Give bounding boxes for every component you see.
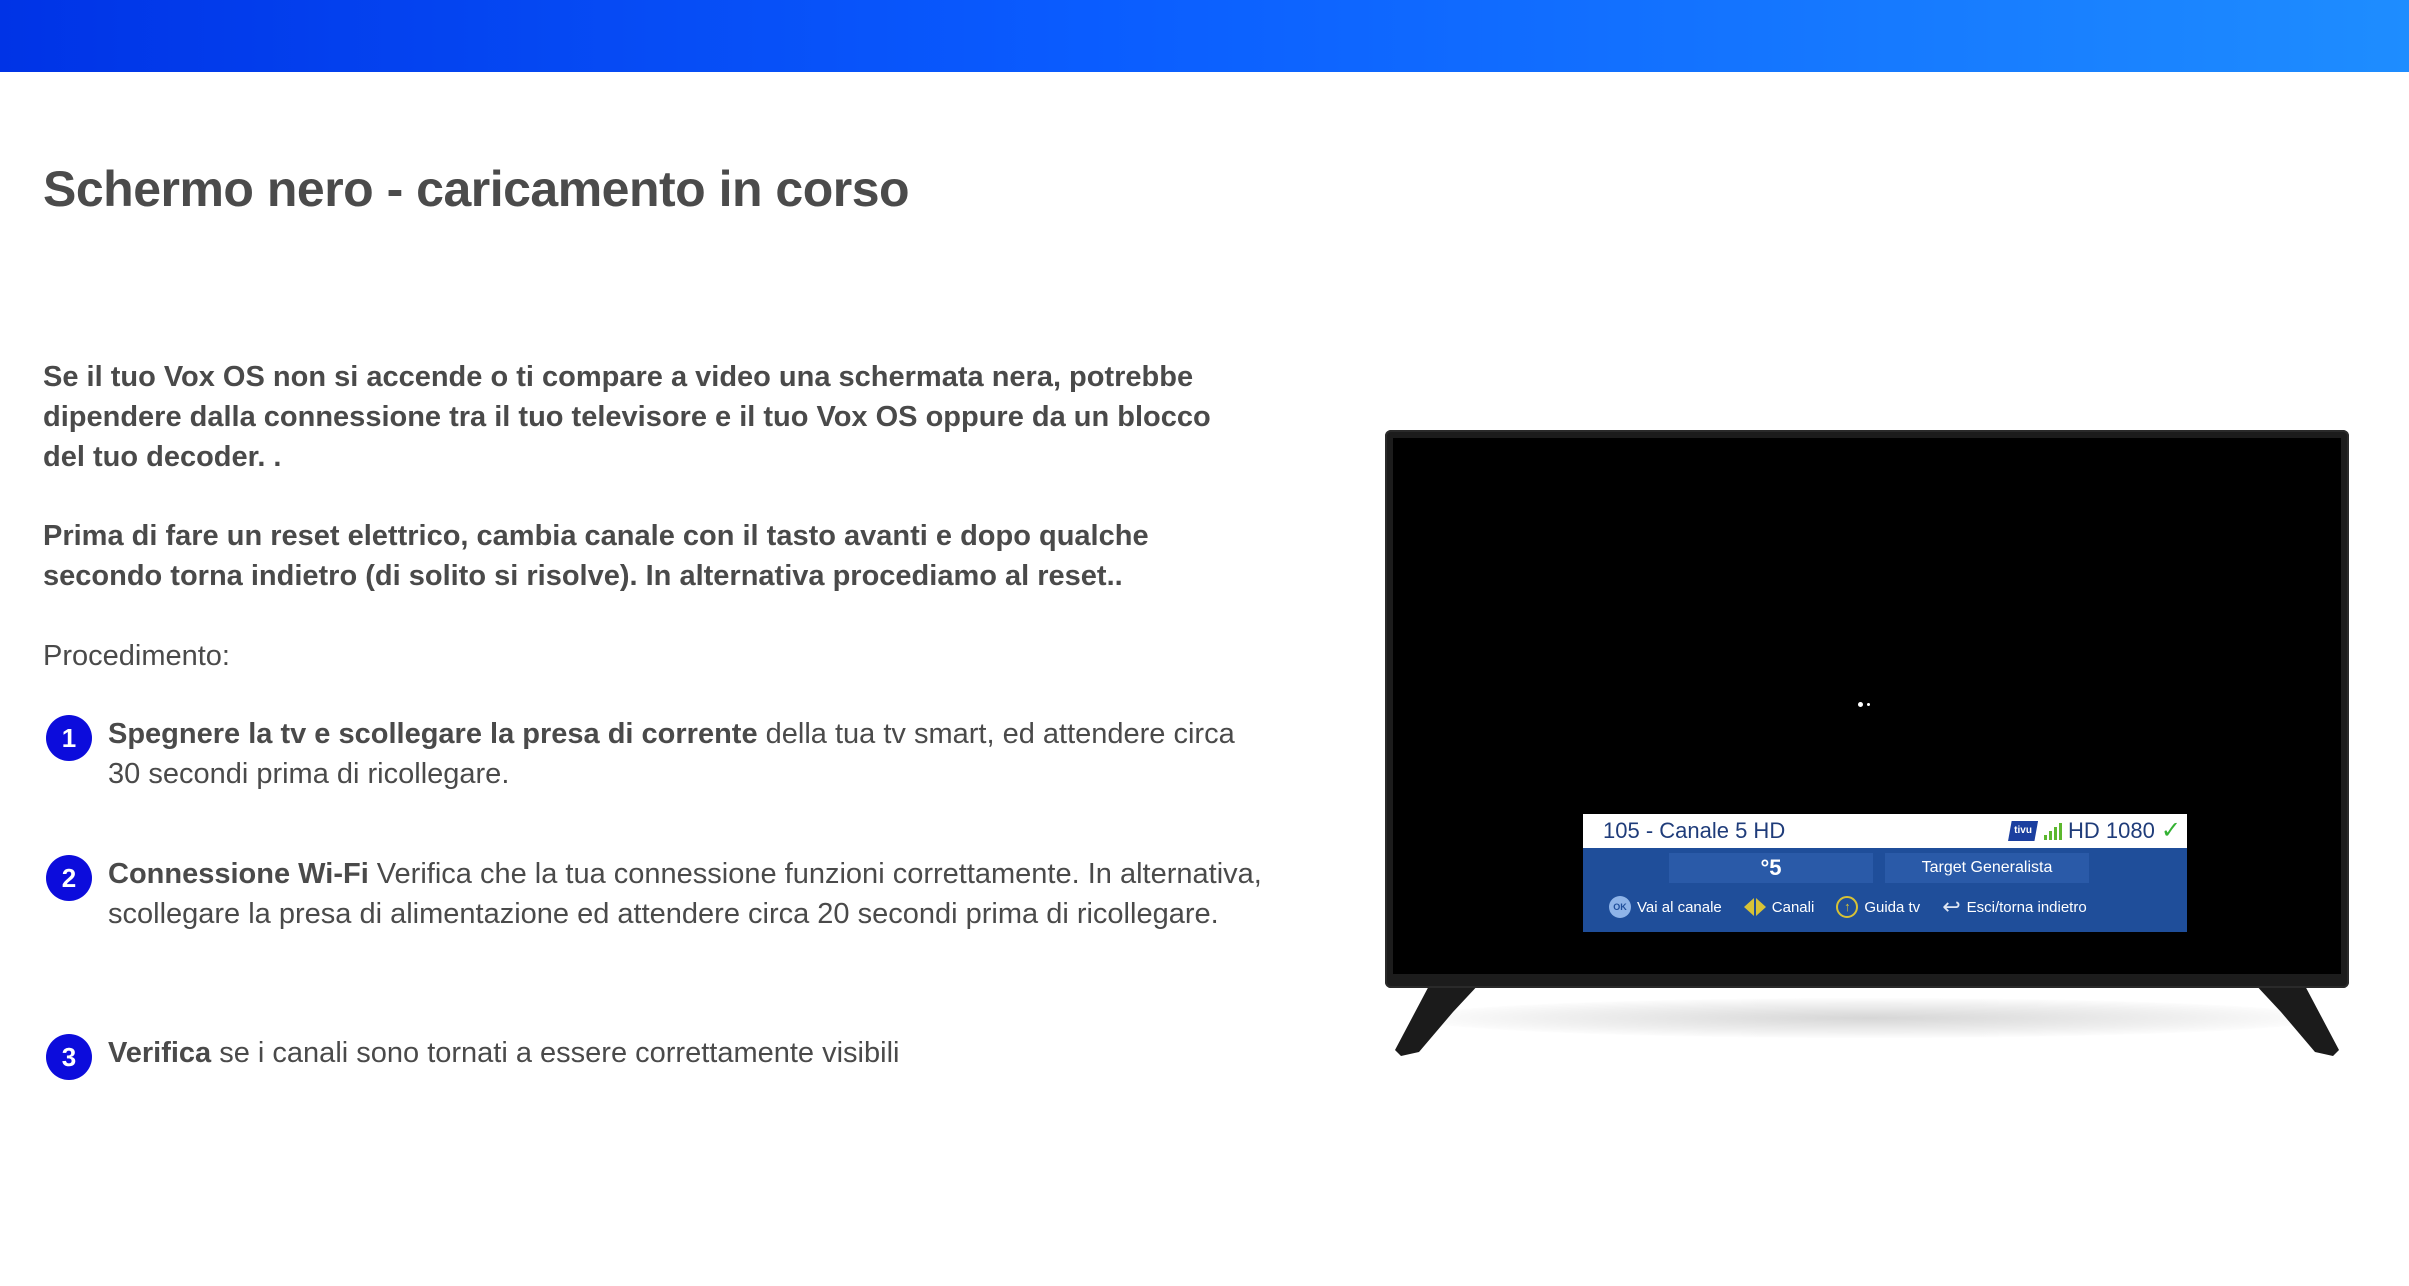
hint-go-to-channel: OK Vai al canale (1609, 896, 1722, 918)
hint-label: Vai al canale (1637, 898, 1722, 916)
hint-channels: Canali (1743, 898, 1815, 916)
step-text: Verifica se i canali sono tornati a esse… (108, 1033, 1268, 1073)
step-text: Spegnere la tv e scollegare la presa di … (108, 714, 1268, 794)
hint-tv-guide: ↑ Guida tv (1836, 896, 1920, 918)
loading-dot (1867, 703, 1870, 706)
step-bold-text: Verifica (108, 1037, 212, 1069)
program-title: Target Generalista (1885, 853, 2089, 883)
hint-label: Guida tv (1864, 898, 1921, 916)
remote-hints: OK Vai al canale Canali ↑ Guida tv ↩ Esc… (1609, 890, 2149, 924)
page-title: Schermo nero - caricamento in corso (43, 161, 910, 217)
step-number-badge: 3 (46, 1034, 92, 1080)
check-icon: ✓ (2160, 817, 2181, 844)
tv-illustration: 105 - Canale 5 HD tivu HD 1080 ✓ °5 Targ… (1385, 430, 2349, 1066)
top-banner (0, 0, 2409, 72)
step-detail-text: se i canali sono tornati a essere corret… (211, 1037, 900, 1069)
channel-name: 105 - Canale 5 HD (1603, 818, 1786, 843)
video-quality: HD 1080 (2068, 818, 2155, 843)
tivu-logo-icon: tivu (2008, 821, 2039, 841)
intro-paragraph: Se il tuo Vox OS non si accende o ti com… (43, 361, 1211, 473)
signal-strength-icon (2044, 822, 2063, 840)
hint-exit: ↩ Esci/torna indietro (1942, 896, 2087, 918)
hint-label: Canali (1771, 898, 1815, 916)
channel-logo: °5 (1669, 853, 1873, 883)
ok-icon: OK (1609, 896, 1631, 918)
step-text: Connessione Wi-Fi Verifica che la tua co… (108, 854, 1268, 934)
step-bold-text: Spegnere la tv e scollegare la presa di … (108, 718, 758, 750)
tv-left-leg (1395, 982, 1481, 1056)
advice-paragraph: Prima di fare un reset elettrico, cambia… (43, 520, 1149, 592)
left-right-arrows-icon (1743, 898, 1766, 916)
tv-frame: 105 - Canale 5 HD tivu HD 1080 ✓ °5 Targ… (1385, 430, 2349, 988)
step-bold-text: Connessione Wi-Fi (108, 858, 369, 890)
channel-info-banner: 105 - Canale 5 HD tivu HD 1080 ✓ °5 Targ… (1583, 814, 2187, 932)
back-arrow-icon: ↩ (1942, 894, 1961, 919)
tv-shadow (1415, 998, 2325, 1038)
signal-info: tivu HD 1080 ✓ (2008, 817, 2181, 845)
step-number-badge: 1 (46, 715, 92, 761)
procedure-label: Procedimento: (43, 640, 230, 672)
loading-dot (1858, 702, 1863, 707)
up-arrow-icon: ↑ (1836, 896, 1859, 918)
channel-info-top: 105 - Canale 5 HD tivu HD 1080 ✓ (1583, 814, 2187, 848)
tv-screen: 105 - Canale 5 HD tivu HD 1080 ✓ °5 Targ… (1393, 438, 2341, 974)
hint-label: Esci/torna indietro (1966, 898, 2087, 916)
tv-right-leg (2253, 982, 2339, 1056)
step-number-badge: 2 (46, 855, 92, 901)
